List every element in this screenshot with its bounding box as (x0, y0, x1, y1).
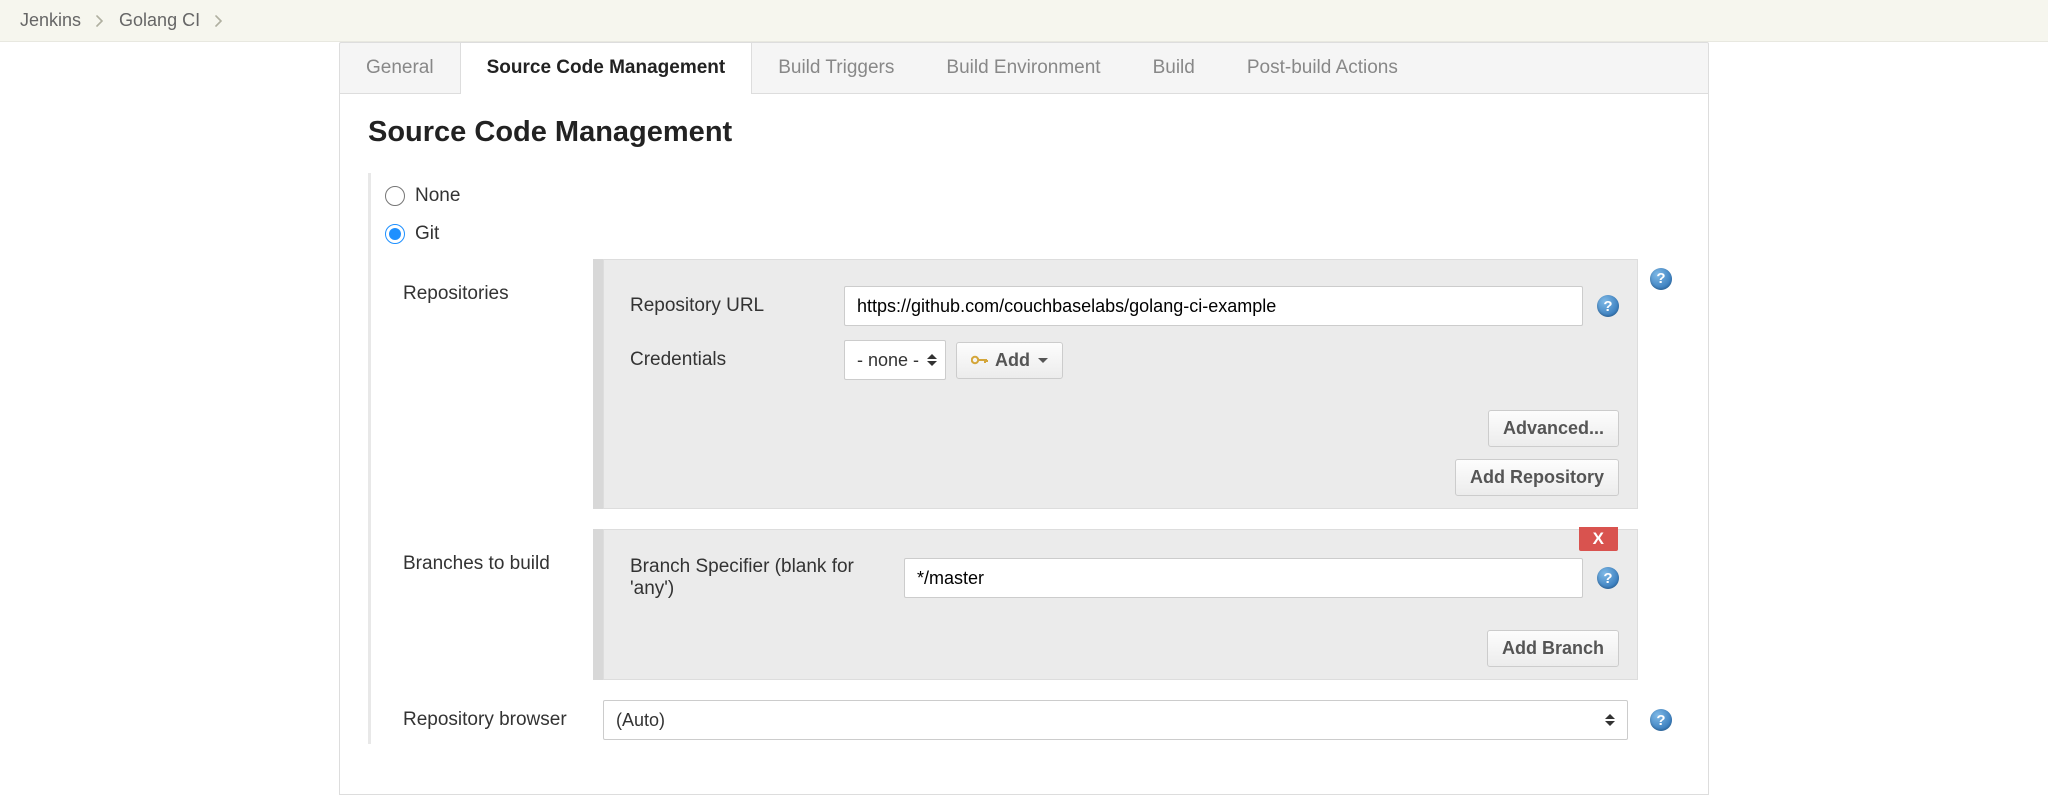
scm-radio-group: None Git Repositories Repository URL (368, 173, 1680, 744)
repository-panel: Repository URL ? Credentials - none - (603, 259, 1638, 509)
repository-browser-label: Repository browser (403, 709, 593, 731)
repository-browser-row: Repository browser (Auto) ? (403, 700, 1680, 740)
config-tabbar: General Source Code Management Build Tri… (339, 42, 1709, 94)
chevron-down-icon (1038, 358, 1048, 363)
section-title: Source Code Management (368, 116, 1680, 149)
tab-general[interactable]: General (340, 43, 460, 93)
breadcrumb-project[interactable]: Golang CI (119, 10, 200, 31)
add-repository-button[interactable]: Add Repository (1455, 459, 1619, 496)
drag-handle[interactable] (593, 529, 603, 680)
credentials-select[interactable]: - none - (844, 340, 946, 380)
tab-build-triggers[interactable]: Build Triggers (752, 43, 920, 93)
delete-branch-button[interactable]: X (1579, 527, 1618, 551)
repo-url-label: Repository URL (630, 295, 830, 317)
scm-option-label: Git (415, 223, 439, 245)
advanced-button[interactable]: Advanced... (1488, 410, 1619, 447)
tab-post-build-actions[interactable]: Post-build Actions (1221, 43, 1424, 93)
scm-option-git[interactable]: Git (385, 215, 1680, 253)
drag-handle[interactable] (593, 259, 603, 509)
branch-specifier-label: Branch Specifier (blank for 'any') (630, 556, 890, 600)
scm-option-none[interactable]: None (385, 177, 1680, 215)
chevron-updown-icon (927, 354, 937, 366)
breadcrumb: Jenkins Golang CI (0, 0, 2048, 42)
scm-section: Source Code Management None Git Reposito… (339, 94, 1709, 795)
key-icon (971, 354, 989, 366)
credentials-label: Credentials (630, 349, 830, 371)
branch-panel: Branch Specifier (blank for 'any') ? Add… (603, 529, 1638, 680)
add-branch-button[interactable]: Add Branch (1487, 630, 1619, 667)
breadcrumb-separator-icon (95, 15, 105, 27)
add-credentials-button[interactable]: Add (956, 342, 1063, 379)
tab-build[interactable]: Build (1127, 43, 1221, 93)
repositories-row: Repositories Repository URL ? Credential… (403, 259, 1680, 509)
scm-option-label: None (415, 185, 460, 207)
breadcrumb-separator-icon (214, 15, 224, 27)
tab-source-code-management[interactable]: Source Code Management (460, 43, 753, 94)
tab-build-environment[interactable]: Build Environment (920, 43, 1126, 93)
scm-radio-git[interactable] (385, 224, 405, 244)
help-icon[interactable]: ? (1650, 709, 1672, 731)
repository-browser-value: (Auto) (616, 710, 665, 731)
breadcrumb-jenkins[interactable]: Jenkins (20, 10, 81, 31)
chevron-updown-icon (1605, 714, 1615, 726)
help-icon[interactable]: ? (1597, 567, 1619, 589)
branches-row: X Branches to build Branch Specifier (bl… (403, 529, 1680, 680)
repo-url-input[interactable] (844, 286, 1583, 326)
repositories-label: Repositories (403, 259, 593, 509)
credentials-selected: - none - (857, 350, 919, 371)
help-icon[interactable]: ? (1650, 268, 1672, 290)
branches-label: Branches to build (403, 529, 593, 680)
branch-specifier-input[interactable] (904, 558, 1583, 598)
repository-browser-select[interactable]: (Auto) (603, 700, 1628, 740)
help-icon[interactable]: ? (1597, 295, 1619, 317)
scm-radio-none[interactable] (385, 186, 405, 206)
